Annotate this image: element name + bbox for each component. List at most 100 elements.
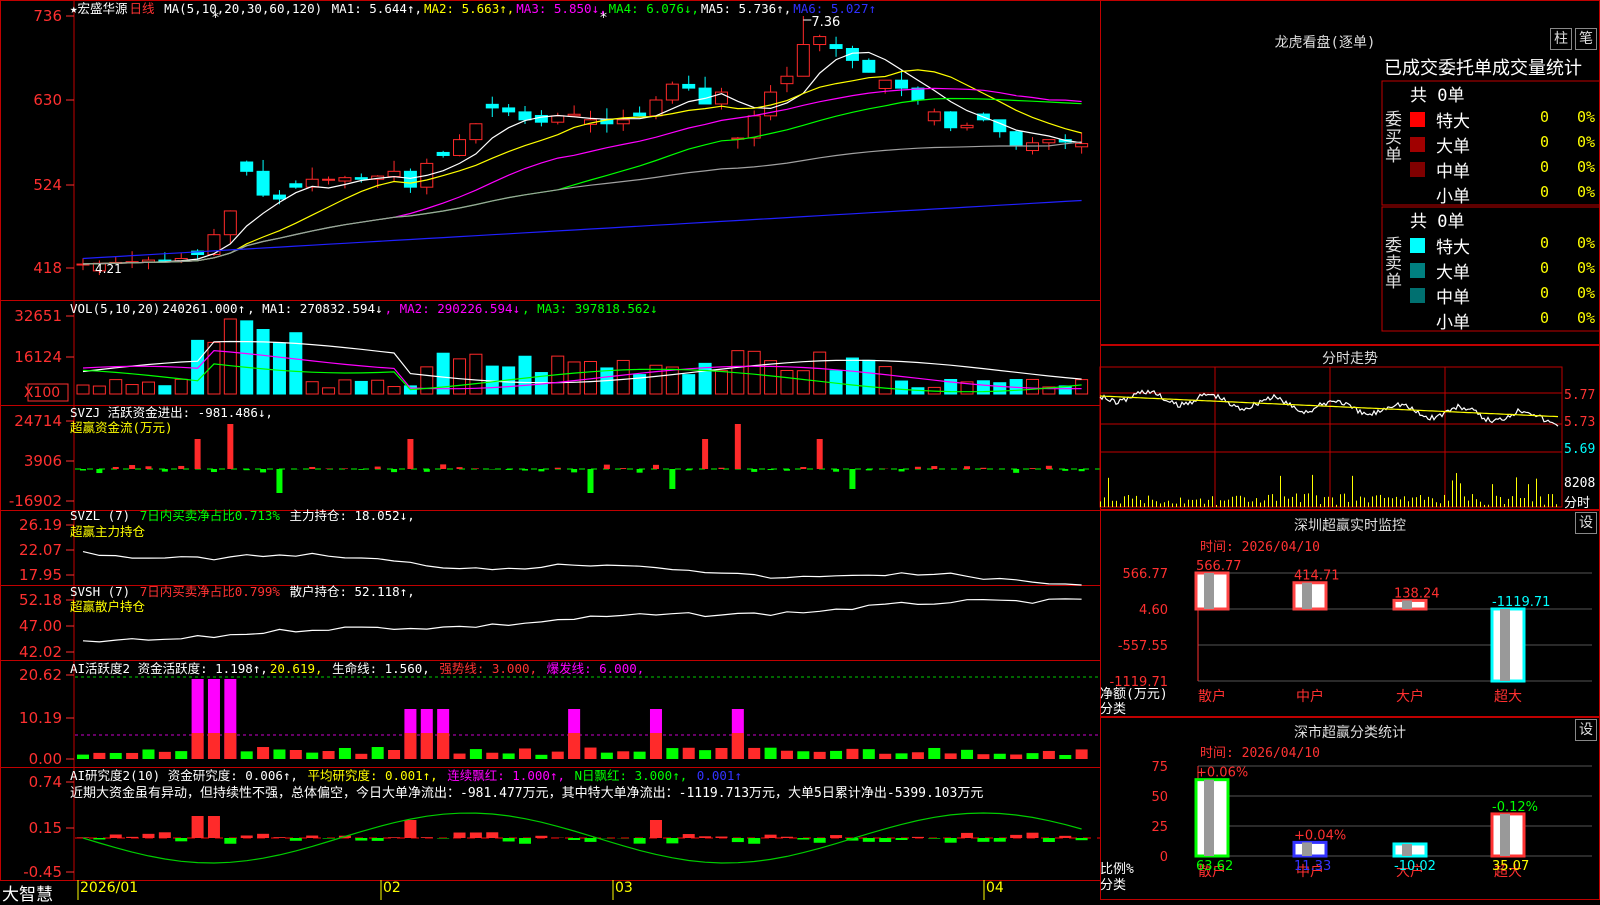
fenshi-vol-bar [1520, 498, 1521, 507]
szcy-bar-label: 566.77 [1196, 559, 1242, 574]
sell-row-name: 大单 [1436, 258, 1470, 283]
svsh-hold: 散户持仓: 52.118↑, [289, 584, 414, 599]
ai1-v2: 20.619, [270, 661, 323, 676]
buy-side-label: 委买单 [1385, 111, 1405, 165]
fenshi-vol-bar [1492, 484, 1493, 507]
ai2-bar [192, 816, 204, 838]
svzj-bar [244, 469, 250, 470]
scfl-settings-button[interactable]: 设 [1575, 719, 1597, 741]
svzj-bar [424, 469, 430, 472]
buy-row-pct: 0% [1577, 108, 1595, 126]
szcy-bar-shade [1302, 583, 1312, 609]
svzj-bar [538, 469, 544, 471]
sell-row-pct: 0% [1577, 234, 1595, 252]
svzj-bar [309, 467, 315, 469]
ai2-bar [355, 838, 367, 841]
ai1-bar [601, 753, 613, 759]
fenshi-vol-bar [1484, 505, 1485, 507]
sell-row-pct: 0% [1577, 284, 1595, 302]
period-label[interactable]: 日线 [130, 1, 155, 16]
ai1-burst: 爆发线: 6.000, [547, 661, 645, 676]
ai1-bar-base [208, 733, 220, 759]
fenshi-vol-bar [1212, 496, 1213, 507]
ai1-y-tick: 10.19 [19, 709, 62, 727]
x-axis-label: 03 [615, 880, 633, 896]
ai1-bar [1076, 749, 1088, 759]
svzj-bar [1013, 469, 1019, 473]
ai2-bar [863, 838, 875, 842]
ai1-bar [830, 751, 842, 759]
brand-logo: 大智慧 [2, 880, 53, 905]
ma-value-5: MA5: 5.736↑, [701, 1, 791, 16]
fenshi-vol-bar [1528, 484, 1529, 507]
stock-name[interactable]: ★宏盛华源 [70, 1, 128, 16]
fenshi-vol-bar [1512, 496, 1513, 507]
szcy-bar-label: -1119.71 [1492, 595, 1550, 610]
candle [552, 116, 564, 122]
fenshi-vol-bar [1284, 496, 1285, 507]
svsh-header: SVSH (7) 7日内买卖净占比0.799% 散户持仓: 52.118↑, [70, 584, 417, 599]
sell-total: 共 0单 [1410, 207, 1464, 232]
chart-canvas[interactable]: 7366305244183265116124X100247143906-1690… [0, 0, 1600, 900]
sell-row-name: 小单 [1436, 308, 1470, 333]
candle [617, 120, 629, 124]
svzj-bar [718, 468, 724, 469]
svzl-line [83, 552, 1082, 585]
ma-values: MA1: 5.644↑,MA2: 5.663↑,MA3: 5.850↓,MA4:… [332, 1, 878, 16]
ai1-strong: 强势线: 3.000, [439, 661, 537, 676]
volume-bar [273, 343, 285, 394]
svzl-line1: SVZL (7) [70, 508, 130, 523]
fenshi-vol-bar [1200, 499, 1201, 507]
svzj-bar [342, 468, 348, 469]
svzj-bar [686, 469, 692, 470]
ma-value-1: MA1: 5.644↑, [332, 1, 422, 16]
volume-bar [306, 382, 318, 394]
svsh-line [83, 599, 1082, 642]
ai2-cont: 连续飘红: 1.000↑, [447, 768, 565, 783]
svzj-bar [849, 469, 855, 489]
fenshi-vol-bar [1264, 500, 1265, 507]
volume-bar [1027, 379, 1039, 394]
fenshi-vol-bar [1508, 499, 1509, 507]
svzj-bar [702, 439, 708, 469]
ma-line [83, 142, 1082, 264]
fenshi-vol-bar [1292, 497, 1293, 507]
svzj-bar [211, 469, 217, 472]
tick-mode-button[interactable]: 笔 [1575, 28, 1597, 50]
vol-label: VOL(5,10,20) [70, 301, 160, 316]
ai1-bar [372, 747, 384, 759]
ai1-y-tick: 20.62 [19, 666, 62, 684]
svzj-bar [276, 469, 282, 493]
fenshi-vol-bar [1444, 495, 1445, 507]
ai2-bar [1076, 838, 1088, 840]
svzj-bar [145, 466, 151, 469]
trading-terminal: 7366305244183265116124X100247143906-1690… [0, 0, 1600, 900]
fenshi-vol-bar [1396, 497, 1397, 507]
candle [666, 84, 678, 100]
szcy-settings-button[interactable]: 设 [1575, 512, 1597, 534]
volume-bar [486, 366, 498, 394]
szcy-title: 深圳超赢实时监控 [1250, 515, 1450, 535]
ai1-bar-base [650, 733, 662, 759]
candle [896, 80, 908, 88]
scfl-y-tick: 25 [1151, 820, 1168, 835]
ai2-bar [765, 835, 777, 838]
svzl-y-tick: 26.19 [19, 516, 62, 534]
fenshi-vol-bar [1336, 505, 1337, 507]
fenshi-title[interactable]: 分时走势 [1250, 348, 1450, 368]
bar-mode-button[interactable]: 柱 [1550, 28, 1572, 50]
main-y-tick: 736 [33, 7, 62, 25]
ai1-bar [159, 752, 171, 759]
ai2-bar [1043, 838, 1055, 842]
fenshi-vol-bar [1456, 473, 1457, 507]
ai2-bar [928, 838, 940, 839]
svsh-header2: 超赢散户持仓 [70, 599, 147, 614]
ai1-bar [945, 753, 957, 759]
ai1-bar [1027, 753, 1039, 759]
vol-ma2: , MA2: 290226.594↓ [385, 301, 520, 316]
scfl-bar-label: -0.12% [1492, 800, 1538, 815]
candle [437, 152, 449, 155]
ai1-bar [896, 753, 908, 759]
fenshi-vol-bar [1132, 499, 1133, 507]
candle [257, 171, 269, 195]
